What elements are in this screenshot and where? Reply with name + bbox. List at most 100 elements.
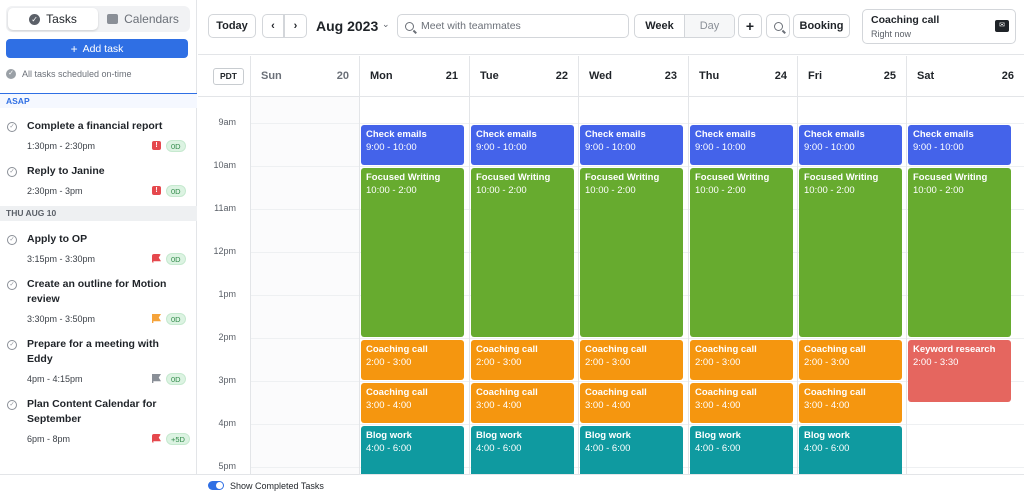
event-time: 3:00 - 4:00 — [366, 400, 412, 411]
show-completed-toggle[interactable] — [208, 481, 224, 490]
hour-label: 1pm — [218, 289, 236, 299]
calendar-event[interactable]: Coaching call 2:00 - 3:00 — [471, 340, 574, 380]
calendar-event[interactable]: Blog work 4:00 - 6:00 — [361, 426, 464, 474]
event-time: 10:00 - 2:00 — [804, 185, 855, 196]
flag-icon — [152, 314, 161, 323]
event-time: 4:00 - 6:00 — [476, 443, 522, 454]
calendar-event[interactable]: Focused Writing 10:00 - 2:00 — [799, 168, 902, 337]
prev-button[interactable]: ‹ — [262, 14, 284, 38]
calendar-event[interactable]: Check emails 9:00 - 10:00 — [799, 125, 902, 165]
calendar-event[interactable]: Coaching call 2:00 - 3:00 — [799, 340, 902, 380]
calendar-event[interactable]: Coaching call 3:00 - 4:00 — [471, 383, 574, 423]
day-header-wed[interactable]: Wed 23 — [578, 56, 687, 96]
calendar-event[interactable]: Coaching call 3:00 - 4:00 — [690, 383, 793, 423]
event-time: 9:00 - 10:00 — [366, 142, 417, 153]
tab-calendars-label: Calendars — [124, 12, 179, 26]
sidebar: ✓ Tasks Calendars + Add task ✓ All tasks… — [0, 0, 197, 496]
calendar-event[interactable]: Focused Writing 10:00 - 2:00 — [361, 168, 464, 337]
day-divider — [359, 97, 360, 474]
day-date: 26 — [1001, 70, 1014, 82]
mail-icon[interactable]: ✉ — [995, 20, 1009, 32]
calendar-event[interactable]: Blog work 4:00 - 6:00 — [580, 426, 683, 474]
hour-label: 12pm — [213, 246, 236, 256]
booking-button[interactable]: Booking — [793, 14, 850, 38]
task-time: 1:30pm - 2:30pm — [27, 141, 96, 151]
day-header-tue[interactable]: Tue 22 — [469, 56, 578, 96]
day-date: 24 — [774, 70, 787, 82]
calendar-event[interactable]: Keyword research 2:00 - 3:30 — [908, 340, 1011, 402]
task-status-icon[interactable]: ✓ — [7, 122, 17, 132]
calendar-event[interactable]: Check emails 9:00 - 10:00 — [361, 125, 464, 165]
calendar-event[interactable]: Focused Writing 10:00 - 2:00 — [908, 168, 1011, 337]
event-title: Blog work — [366, 430, 412, 441]
calendar-event[interactable]: Check emails 9:00 - 10:00 — [690, 125, 793, 165]
calendar-event[interactable]: Focused Writing 10:00 - 2:00 — [580, 168, 683, 337]
week-calendar: PDT Sun 20 Mon 21 Tue 22 Wed 23 Thu 24 Fri 25 Sat 26 … — [198, 56, 1024, 474]
chevron-down-icon[interactable]: ⌄ — [382, 19, 390, 30]
tab-tasks[interactable]: ✓ Tasks — [8, 8, 98, 30]
task-title: Reply to Janine — [27, 165, 105, 177]
calendar-event[interactable]: Blog work 4:00 - 6:00 — [799, 426, 902, 474]
calendar-event[interactable]: Coaching call 3:00 - 4:00 — [580, 383, 683, 423]
event-title: Coaching call — [476, 344, 538, 355]
next-button[interactable]: › — [284, 14, 307, 38]
hour-label: 2pm — [218, 332, 236, 342]
task-status-icon[interactable]: ✓ — [7, 340, 17, 350]
timezone-badge[interactable]: PDT — [213, 68, 244, 85]
sunday-column[interactable] — [250, 97, 359, 474]
calendar-event[interactable]: Check emails 9:00 - 10:00 — [908, 125, 1011, 165]
task-status-icon[interactable]: ✓ — [7, 400, 17, 410]
calendar-event[interactable]: Focused Writing 10:00 - 2:00 — [471, 168, 574, 337]
day-header-sun[interactable]: Sun 20 — [250, 56, 359, 96]
add-event-button[interactable]: + — [738, 14, 762, 38]
event-title: Blog work — [585, 430, 631, 441]
event-time: 9:00 - 10:00 — [695, 142, 746, 153]
view-day-button[interactable]: Day — [685, 15, 734, 37]
today-button[interactable]: Today — [208, 14, 256, 38]
event-title: Blog work — [804, 430, 850, 441]
calendar-event[interactable]: Coaching call 2:00 - 3:00 — [361, 340, 464, 380]
event-title: Blog work — [476, 430, 522, 441]
task-status-icon[interactable]: ✓ — [7, 167, 17, 177]
calendar-event[interactable]: Blog work 4:00 - 6:00 — [690, 426, 793, 474]
event-title: Check emails — [695, 129, 756, 140]
calendar-event[interactable]: Focused Writing 10:00 - 2:00 — [690, 168, 793, 337]
day-date: 25 — [883, 70, 896, 82]
task-time: 6pm - 8pm — [27, 434, 71, 444]
calendar-event[interactable]: Check emails 9:00 - 10:00 — [580, 125, 683, 165]
search-button[interactable] — [766, 14, 790, 38]
event-title: Focused Writing — [695, 172, 770, 183]
calendar-event[interactable]: Coaching call 2:00 - 3:00 — [580, 340, 683, 380]
task-status-icon[interactable]: ✓ — [7, 235, 17, 245]
flag-icon — [152, 434, 161, 443]
event-time: 2:00 - 3:00 — [476, 357, 522, 368]
hour-gridline — [250, 166, 1024, 167]
calendar-event[interactable]: Blog work 4:00 - 6:00 — [471, 426, 574, 474]
tab-calendars[interactable]: Calendars — [98, 8, 188, 30]
event-time: 10:00 - 2:00 — [476, 185, 527, 196]
day-header-thu[interactable]: Thu 24 — [688, 56, 797, 96]
show-completed-label: Show Completed Tasks — [230, 480, 324, 491]
event-title: Coaching call — [695, 387, 757, 398]
month-title[interactable]: Aug 2023 — [316, 18, 378, 34]
chevron-right-icon: › — [293, 20, 298, 32]
flag-icon — [152, 374, 161, 383]
day-header-mon[interactable]: Mon 21 — [359, 56, 468, 96]
event-time: 10:00 - 2:00 — [585, 185, 636, 196]
day-header-fri[interactable]: Fri 25 — [797, 56, 906, 96]
calendar-event[interactable]: Coaching call 3:00 - 4:00 — [361, 383, 464, 423]
hour-gridline — [250, 424, 1024, 425]
event-title: Coaching call — [366, 387, 428, 398]
task-status-icon[interactable]: ✓ — [7, 280, 17, 290]
search-input[interactable]: Meet with teammates — [397, 14, 629, 38]
upcoming-event-card[interactable]: Coaching call Right now ✉ — [862, 9, 1016, 44]
calendar-event[interactable]: Check emails 9:00 - 10:00 — [471, 125, 574, 165]
day-header-sat[interactable]: Sat 26 — [906, 56, 1024, 96]
calendar-grid[interactable]: 9am 10am 11am 12pm 1pm 2pm 3pm 4pm 5pm Check emai… — [198, 97, 1024, 474]
calendar-event[interactable]: Coaching call 2:00 - 3:00 — [690, 340, 793, 380]
add-task-button[interactable]: + Add task — [6, 39, 188, 58]
view-week-button[interactable]: Week — [635, 15, 685, 37]
calendar-event[interactable]: Coaching call 3:00 - 4:00 — [799, 383, 902, 423]
hour-label: 5pm — [218, 461, 236, 471]
event-time: 9:00 - 10:00 — [913, 142, 964, 153]
